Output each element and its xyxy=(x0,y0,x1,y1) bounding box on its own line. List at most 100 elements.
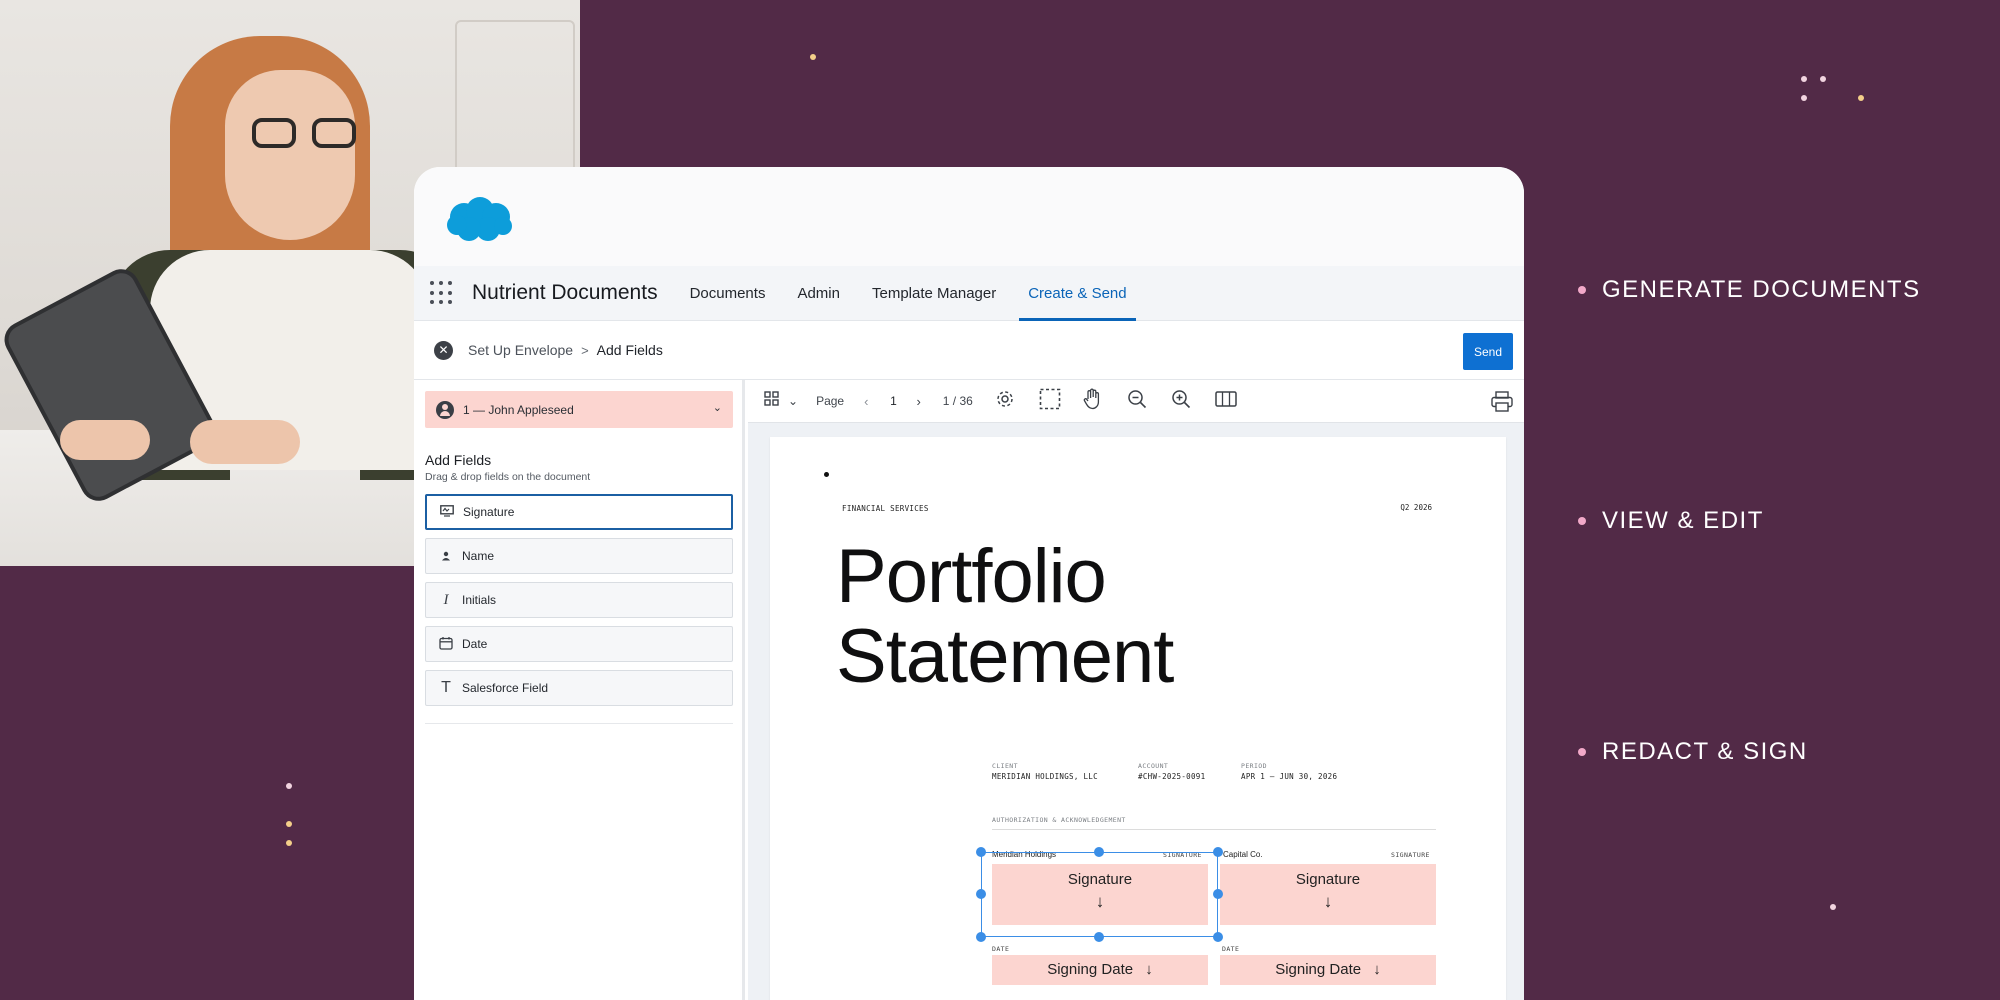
decorative-dot xyxy=(1820,76,1826,82)
bullet-dot xyxy=(1578,517,1586,525)
date-caption: DATE xyxy=(1222,945,1240,953)
top-nav: Nutrient Documents Documents Admin Templ… xyxy=(414,266,1524,321)
close-icon[interactable]: ✕ xyxy=(434,340,453,360)
decorative-dot xyxy=(286,783,292,789)
chevron-right-icon: > xyxy=(581,342,589,358)
meta-value-period: APR 1 — JUN 30, 2026 xyxy=(1241,772,1338,781)
signature-field-label: Signature xyxy=(1295,871,1361,888)
meta-label-client: CLIENT xyxy=(992,762,1018,770)
signature-caption: SIGNATURE xyxy=(1391,851,1430,859)
breadcrumb-step-setup[interactable]: Set Up Envelope xyxy=(468,342,573,358)
title-line: Portfolio xyxy=(836,534,1107,619)
meta-value-account: #CHW-2025-0091 xyxy=(1138,772,1206,781)
text-t-icon: T xyxy=(441,679,451,696)
settings-gear-icon[interactable] xyxy=(995,389,1015,414)
divider xyxy=(992,829,1436,830)
resize-handle[interactable] xyxy=(976,932,986,942)
side-by-side-icon[interactable] xyxy=(1215,390,1237,412)
party-name: Capital Co. xyxy=(1223,850,1263,859)
person-circle-icon xyxy=(436,400,454,419)
fields-panel: 1 — John Appleseed ⌄ Add Fields Drag & d… xyxy=(414,380,745,1000)
field-initials[interactable]: I Initials xyxy=(425,582,733,618)
resize-handle[interactable] xyxy=(1213,847,1223,857)
viewer-toolbar: ⌄ Page ‹ 1 › 1 / 36 xyxy=(748,380,1524,423)
signing-date-field[interactable]: Signing Date ↓ xyxy=(992,955,1208,985)
chevron-down-icon[interactable]: ⌄ xyxy=(788,394,798,408)
chevron-down-icon: ⌄ xyxy=(712,402,722,414)
date-field-label: Signing Date xyxy=(1047,961,1134,978)
brand-bar xyxy=(414,167,1524,266)
feature-item: GENERATE DOCUMENTS xyxy=(1578,276,1921,304)
italic-i-icon: I xyxy=(443,591,449,608)
resize-handle[interactable] xyxy=(1213,932,1223,942)
authorization-heading: AUTHORIZATION & ACKNOWLEDGEMENT xyxy=(992,816,1126,824)
resize-handle[interactable] xyxy=(1094,847,1104,857)
field-label: Date xyxy=(462,637,488,651)
marquee-select-icon[interactable] xyxy=(1039,388,1061,415)
down-arrow-icon: ↓ xyxy=(1323,892,1333,911)
feature-item: VIEW & EDIT xyxy=(1578,507,1764,535)
thumbnails-grid-icon[interactable] xyxy=(764,391,779,411)
selection-frame xyxy=(981,852,1218,937)
field-salesforce[interactable]: T Salesforce Field xyxy=(425,670,733,706)
recipient-label: 1 — John Appleseed xyxy=(463,402,574,417)
add-fields-subtitle: Drag & drop fields on the document xyxy=(425,471,591,483)
page-count: 1 / 36 xyxy=(942,394,973,408)
zoom-out-icon[interactable] xyxy=(1127,389,1147,414)
field-label: Salesforce Field xyxy=(462,681,549,695)
calendar-icon xyxy=(436,636,456,653)
resize-handle[interactable] xyxy=(976,889,986,899)
field-label: Name xyxy=(462,549,495,563)
salesforce-cloud-icon xyxy=(447,197,512,241)
next-page-icon[interactable]: › xyxy=(916,394,920,409)
pan-hand-icon[interactable] xyxy=(1083,388,1103,415)
meta-label-period: PERIOD xyxy=(1241,762,1267,770)
person-icon xyxy=(436,549,456,564)
document-title: Portfolio Statement xyxy=(836,534,1174,699)
document-page: FINANCIAL SERVICES Q2 2026 Portfolio Sta… xyxy=(770,437,1506,1000)
bullet-dot xyxy=(1578,748,1586,756)
decorative-dot xyxy=(286,821,292,827)
recipient-selector[interactable]: 1 — John Appleseed ⌄ xyxy=(425,391,733,428)
feature-label: REDACT & SIGN xyxy=(1602,738,1808,765)
resize-handle[interactable] xyxy=(1094,932,1104,942)
breadcrumb: ✕ Set Up Envelope > Add Fields Send xyxy=(414,321,1524,380)
previous-page-icon[interactable]: ‹ xyxy=(864,394,868,409)
bullet-dot xyxy=(1578,286,1586,294)
title-line: Statement xyxy=(836,614,1174,699)
decorative-dot xyxy=(1830,904,1836,910)
breadcrumb-step-add-fields: Add Fields xyxy=(596,342,663,358)
send-button[interactable]: Send xyxy=(1463,333,1513,370)
page-number-input[interactable]: 1 xyxy=(880,390,906,412)
decorative-dot xyxy=(286,840,292,846)
nav-item-template-manager[interactable]: Template Manager xyxy=(872,266,996,321)
resize-handle[interactable] xyxy=(1213,889,1223,899)
document-quarter: Q2 2026 xyxy=(1400,503,1432,512)
down-arrow-icon: ↓ xyxy=(1145,961,1153,978)
bullet-mark xyxy=(824,472,829,477)
field-name[interactable]: Name xyxy=(425,538,733,574)
signature-field[interactable]: Signature ↓ xyxy=(1220,864,1436,925)
nav-item-documents[interactable]: Documents xyxy=(690,266,766,321)
decorative-dot xyxy=(1801,95,1807,101)
print-icon[interactable] xyxy=(1491,391,1513,417)
field-date[interactable]: Date xyxy=(425,626,733,662)
app-name: Nutrient Documents xyxy=(472,281,658,304)
feature-label: GENERATE DOCUMENTS xyxy=(1602,276,1921,303)
signing-date-field[interactable]: Signing Date ↓ xyxy=(1220,955,1436,985)
down-arrow-icon: ↓ xyxy=(1373,961,1381,978)
app-launcher-icon[interactable] xyxy=(430,281,454,305)
date-field-label: Signing Date xyxy=(1275,961,1362,978)
page-label: Page xyxy=(816,394,845,408)
decorative-dot xyxy=(1801,76,1807,82)
nav-item-admin[interactable]: Admin xyxy=(797,266,840,321)
field-label: Signature xyxy=(463,505,515,519)
signature-icon xyxy=(437,504,457,520)
resize-handle[interactable] xyxy=(976,847,986,857)
field-signature[interactable]: Signature xyxy=(425,494,733,530)
nav-item-create-send[interactable]: Create & Send xyxy=(1019,266,1137,321)
zoom-in-icon[interactable] xyxy=(1171,389,1191,414)
meta-label-account: ACCOUNT xyxy=(1138,762,1169,770)
feature-label: VIEW & EDIT xyxy=(1602,507,1764,534)
date-caption: DATE xyxy=(992,945,1010,953)
